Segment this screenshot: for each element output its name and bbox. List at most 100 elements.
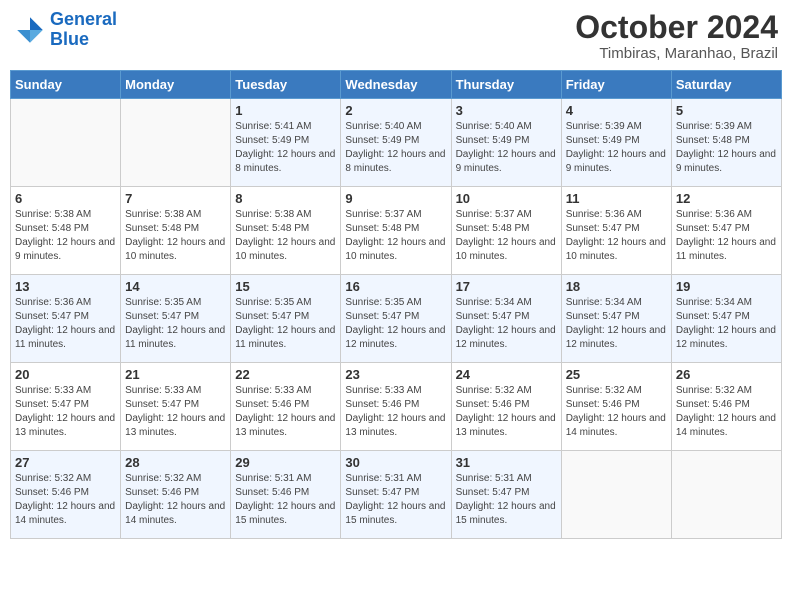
day-number: 7 [125,191,226,206]
day-number: 16 [345,279,446,294]
day-number: 24 [456,367,557,382]
cell-detail: Sunrise: 5:33 AMSunset: 5:46 PMDaylight:… [235,384,336,440]
calendar-cell: 16 Sunrise: 5:35 AMSunset: 5:47 PMDayligh… [341,275,451,363]
calendar-cell: 17Sunrise: 5:34 AMSunset: 5:47 PMDayligh… [451,275,561,363]
cell-detail: Sunrise: 5:35 AMSunset: 5:47 PMDaylight:… [345,296,446,352]
calendar-cell: 23Sunrise: 5:33 AMSunset: 5:46 PMDayligh… [341,363,451,451]
day-number: 13 [15,279,116,294]
calendar-cell: 29 Sunrise: 5:31 AMSunset: 5:46 PMDayligh… [231,451,341,539]
calendar-cell: 3 Sunrise: 5:40 AMSunset: 5:49 PMDaylight… [451,99,561,187]
calendar-cell: 31 Sunrise: 5:31 AMSunset: 5:47 PMDayligh… [451,451,561,539]
calendar-cell: 9 Sunrise: 5:37 AMSunset: 5:48 PMDaylight… [341,187,451,275]
calendar-cell: 14 Sunrise: 5:35 AMSunset: 5:47 PMDayligh… [121,275,231,363]
cell-detail: Sunrise: 5:32 AMSunset: 5:46 PMDaylight:… [566,384,667,440]
day-number: 9 [345,191,446,206]
day-number: 28 [125,455,226,470]
calendar-cell: 20 Sunrise: 5:33 AMSunset: 5:47 PMDayligh… [11,363,121,451]
cell-detail: Sunrise: 5:39 AMSunset: 5:49 PMDaylight:… [566,120,667,176]
day-number: 17 [456,279,557,294]
cell-detail: Sunrise: 5:34 AMSunset: 5:47 PMDaylight:… [676,296,777,352]
day-number: 1 [235,103,336,118]
header-day-tuesday: Tuesday [231,71,341,99]
month-title: October 2024 [575,10,778,45]
header-day-monday: Monday [121,71,231,99]
day-number: 19 [676,279,777,294]
cell-detail: Sunrise: 5:37 AMSunset: 5:48 PMDaylight:… [456,208,557,264]
title-block: October 2024 Timbiras, Maranhao, Brazil [575,10,778,62]
day-number: 27 [15,455,116,470]
logo-text: General Blue [50,10,117,50]
week-row-1: 1Sunrise: 5:41 AMSunset: 5:49 PMDaylight… [11,99,782,187]
cell-detail: Sunrise: 5:35 AMSunset: 5:47 PMDaylight:… [125,296,226,352]
cell-detail: Sunrise: 5:33 AMSunset: 5:47 PMDaylight:… [15,384,116,440]
calendar-cell: 6 Sunrise: 5:38 AMSunset: 5:48 PMDaylight… [11,187,121,275]
day-number: 29 [235,455,336,470]
day-number: 10 [456,191,557,206]
cell-detail: Sunrise: 5:39 AMSunset: 5:48 PMDaylight:… [676,120,777,176]
calendar-cell: 18Sunrise: 5:34 AMSunset: 5:47 PMDayligh… [561,275,671,363]
cell-detail: Sunrise: 5:36 AMSunset: 5:47 PMDaylight:… [566,208,667,264]
day-number: 3 [456,103,557,118]
week-row-2: 6 Sunrise: 5:38 AMSunset: 5:48 PMDaylight… [11,187,782,275]
calendar-cell: 30Sunrise: 5:31 AMSunset: 5:47 PMDayligh… [341,451,451,539]
calendar-cell: 15 Sunrise: 5:35 AMSunset: 5:47 PMDayligh… [231,275,341,363]
cell-detail: Sunrise: 5:31 AMSunset: 5:46 PMDaylight:… [235,472,336,528]
day-number: 15 [235,279,336,294]
cell-detail: Sunrise: 5:40 AMSunset: 5:49 PMDaylight:… [456,120,557,176]
calendar-cell [121,99,231,187]
cell-detail: Sunrise: 5:32 AMSunset: 5:46 PMDaylight:… [676,384,777,440]
calendar-cell: 26Sunrise: 5:32 AMSunset: 5:46 PMDayligh… [671,363,781,451]
calendar-cell: 28 Sunrise: 5:32 AMSunset: 5:46 PMDayligh… [121,451,231,539]
calendar-cell: 13Sunrise: 5:36 AMSunset: 5:47 PMDayligh… [11,275,121,363]
cell-detail: Sunrise: 5:31 AMSunset: 5:47 PMDaylight:… [345,472,446,528]
cell-detail: Sunrise: 5:38 AMSunset: 5:48 PMDaylight:… [15,208,116,264]
calendar-cell: 10 Sunrise: 5:37 AMSunset: 5:48 PMDayligh… [451,187,561,275]
header-day-thursday: Thursday [451,71,561,99]
cell-detail: Sunrise: 5:36 AMSunset: 5:47 PMDaylight:… [676,208,777,264]
calendar-cell: 5 Sunrise: 5:39 AMSunset: 5:48 PMDaylight… [671,99,781,187]
calendar-cell: 25 Sunrise: 5:32 AMSunset: 5:46 PMDayligh… [561,363,671,451]
day-number: 8 [235,191,336,206]
cell-detail: Sunrise: 5:33 AMSunset: 5:47 PMDaylight:… [125,384,226,440]
calendar-cell: 2Sunrise: 5:40 AMSunset: 5:49 PMDaylight… [341,99,451,187]
day-number: 31 [456,455,557,470]
calendar-cell: 11 Sunrise: 5:36 AMSunset: 5:47 PMDayligh… [561,187,671,275]
day-number: 20 [15,367,116,382]
cell-detail: Sunrise: 5:32 AMSunset: 5:46 PMDaylight:… [125,472,226,528]
cell-detail: Sunrise: 5:33 AMSunset: 5:46 PMDaylight:… [345,384,446,440]
day-number: 21 [125,367,226,382]
calendar-header: SundayMondayTuesdayWednesdayThursdayFrid… [11,71,782,99]
cell-detail: Sunrise: 5:38 AMSunset: 5:48 PMDaylight:… [235,208,336,264]
calendar-cell: 12 Sunrise: 5:36 AMSunset: 5:47 PMDayligh… [671,187,781,275]
cell-detail: Sunrise: 5:32 AMSunset: 5:46 PMDaylight:… [456,384,557,440]
day-number: 11 [566,191,667,206]
day-number: 22 [235,367,336,382]
header-day-friday: Friday [561,71,671,99]
cell-detail: Sunrise: 5:34 AMSunset: 5:47 PMDaylight:… [566,296,667,352]
day-number: 14 [125,279,226,294]
calendar-cell [561,451,671,539]
location: Timbiras, Maranhao, Brazil [575,45,778,62]
logo-icon [14,14,46,46]
cell-detail: Sunrise: 5:31 AMSunset: 5:47 PMDaylight:… [456,472,557,528]
calendar-cell: 8 Sunrise: 5:38 AMSunset: 5:48 PMDaylight… [231,187,341,275]
header-day-saturday: Saturday [671,71,781,99]
calendar-cell: 24 Sunrise: 5:32 AMSunset: 5:46 PMDayligh… [451,363,561,451]
day-number: 5 [676,103,777,118]
day-number: 6 [15,191,116,206]
cell-detail: Sunrise: 5:35 AMSunset: 5:47 PMDaylight:… [235,296,336,352]
day-number: 25 [566,367,667,382]
cell-detail: Sunrise: 5:32 AMSunset: 5:46 PMDaylight:… [15,472,116,528]
logo-blue: Blue [50,29,89,49]
header-day-sunday: Sunday [11,71,121,99]
cell-detail: Sunrise: 5:40 AMSunset: 5:49 PMDaylight:… [345,120,446,176]
calendar-cell [671,451,781,539]
day-number: 12 [676,191,777,206]
cell-detail: Sunrise: 5:37 AMSunset: 5:48 PMDaylight:… [345,208,446,264]
page-header: General Blue October 2024 Timbiras, Mara… [10,10,782,62]
week-row-3: 13Sunrise: 5:36 AMSunset: 5:47 PMDayligh… [11,275,782,363]
calendar-cell: 4Sunrise: 5:39 AMSunset: 5:49 PMDaylight… [561,99,671,187]
logo-general: General [50,9,117,29]
week-row-4: 20 Sunrise: 5:33 AMSunset: 5:47 PMDayligh… [11,363,782,451]
calendar-body: 1Sunrise: 5:41 AMSunset: 5:49 PMDaylight… [11,99,782,539]
